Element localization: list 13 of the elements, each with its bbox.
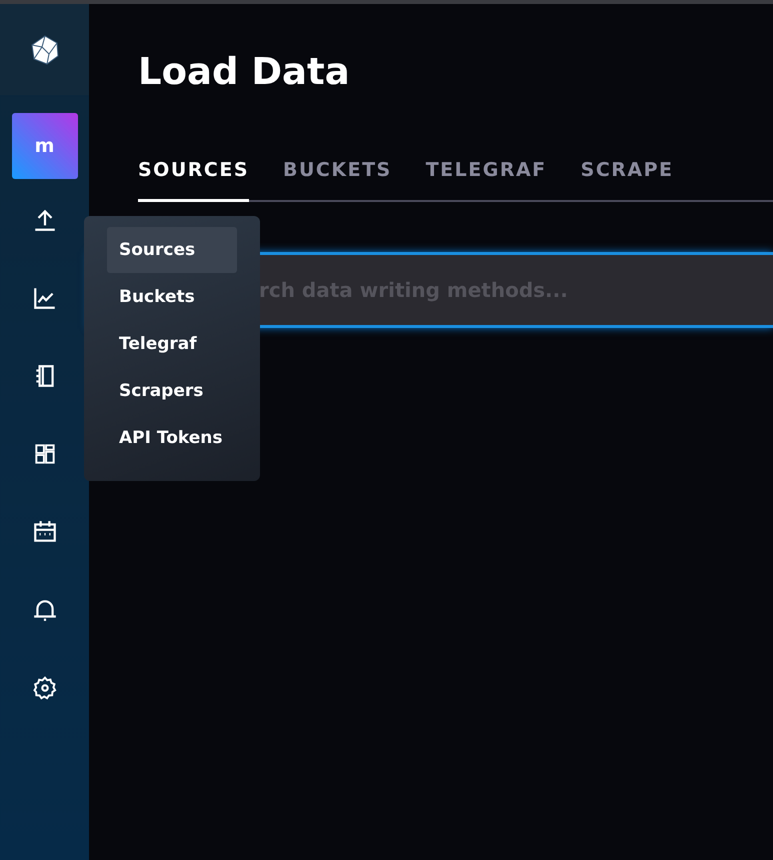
menu-item[interactable]: Scrapers [107,368,237,414]
tab[interactable]: SOURCES [138,159,250,202]
org-avatar[interactable]: m [12,113,78,179]
menu-item[interactable]: Buckets [107,274,237,320]
menu-item[interactable]: Sources [107,227,237,273]
menu-item[interactable]: API Tokens [107,415,237,461]
page-title: Load Data [138,49,351,95]
tab[interactable]: BUCKETS [283,159,392,202]
calendar-icon [32,519,58,545]
settings-icon [32,675,58,701]
tab[interactable]: TELEGRAF [426,159,547,202]
tab[interactable]: SCRAPE [580,159,674,202]
polyhedron-logo-icon[interactable] [28,34,60,66]
